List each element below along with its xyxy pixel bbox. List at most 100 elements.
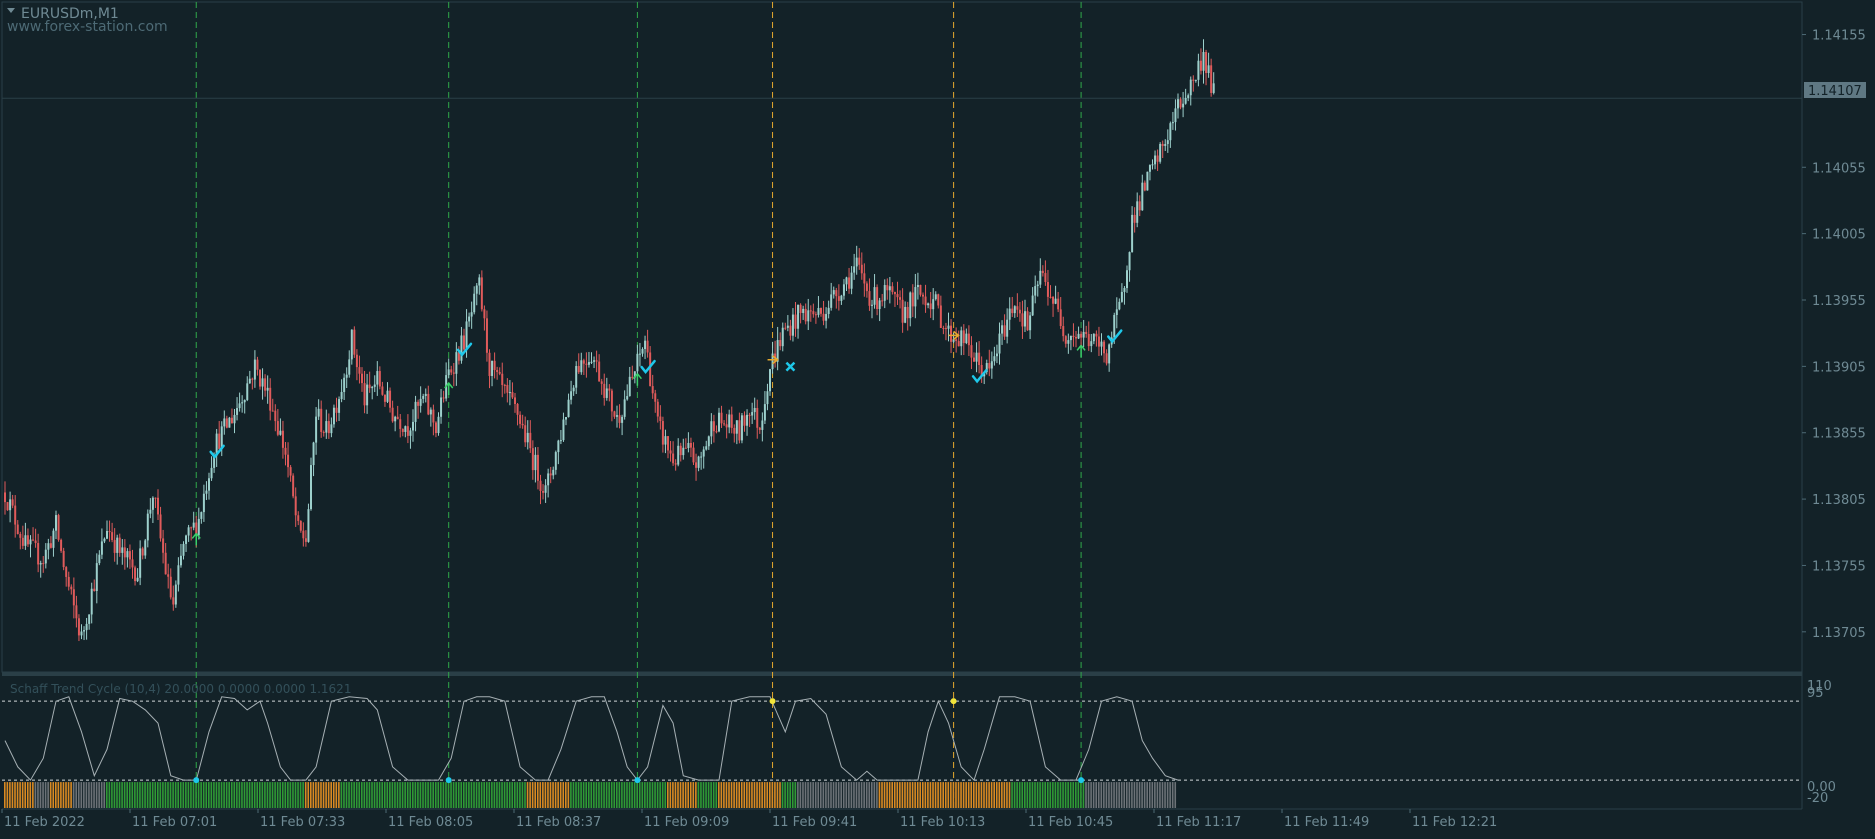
stc-bar <box>557 782 559 808</box>
candle-body <box>1146 171 1149 191</box>
stc-bar <box>77 782 80 808</box>
stc-bar <box>710 782 712 808</box>
candle-body <box>1202 52 1205 71</box>
chart-canvas[interactable]: 1.14155 1.14055 1.14005 1.13955 1.13905 1.138… <box>0 0 1875 835</box>
candle-body <box>353 329 356 355</box>
candle-body <box>159 514 162 539</box>
stc-bar <box>450 782 452 808</box>
stc-bar <box>238 782 241 808</box>
stc-bar <box>1044 782 1046 808</box>
stc-bar <box>1034 782 1036 808</box>
candle-body <box>677 445 680 465</box>
stc-bar <box>236 782 238 808</box>
candle-body <box>590 361 593 363</box>
stc-bar <box>432 782 434 808</box>
candle-body <box>860 264 863 274</box>
stc-bar <box>761 782 763 808</box>
candle-body <box>575 366 578 388</box>
stc-bar <box>246 782 248 808</box>
stc-bar <box>937 782 939 808</box>
candle-body <box>19 534 22 538</box>
stc-bar <box>774 782 776 808</box>
candle-body <box>570 391 573 400</box>
stc-bar <box>769 782 771 808</box>
candle-body <box>883 285 886 301</box>
candle-body <box>473 293 476 313</box>
candle-body <box>802 308 805 313</box>
stc-bar <box>190 782 192 808</box>
candle-body <box>529 432 532 449</box>
candle-body <box>455 352 458 374</box>
stc-bar <box>998 782 1001 808</box>
stc-bar <box>1105 782 1108 808</box>
stc-bar <box>674 782 677 808</box>
candle-body <box>164 552 167 575</box>
candle-body <box>534 454 537 471</box>
candle-body <box>1169 123 1172 141</box>
candle-body <box>470 312 473 317</box>
candle-body <box>1161 143 1164 146</box>
stc-bar <box>932 782 934 808</box>
candle-body <box>269 387 272 411</box>
candle-body <box>751 412 754 416</box>
candle-body <box>21 537 24 546</box>
candle-body <box>628 376 631 397</box>
candle-body <box>858 257 861 265</box>
candle-body <box>873 287 876 305</box>
candle-body <box>1105 353 1108 364</box>
candle-body <box>827 307 830 315</box>
stc-bar <box>598 782 600 808</box>
candle-body <box>483 309 486 319</box>
chart-menu-triangle-icon[interactable] <box>7 8 15 13</box>
candle-body <box>266 387 269 391</box>
stc-bar <box>654 782 656 808</box>
candle-body <box>621 416 624 423</box>
candle-body <box>1154 155 1157 165</box>
candle-body <box>157 497 159 515</box>
stc-bar <box>786 782 789 808</box>
candle-body <box>34 540 37 544</box>
stc-bar <box>723 782 725 808</box>
stc-bar <box>141 782 144 808</box>
candle-body <box>422 396 425 399</box>
candle-body <box>814 314 817 316</box>
candle-body <box>205 490 208 494</box>
candle-body <box>103 538 106 542</box>
stc-bar <box>1057 782 1059 808</box>
candle-body <box>417 401 420 406</box>
stc-bar <box>289 782 292 808</box>
candle-body <box>447 369 450 376</box>
stc-bar <box>975 782 978 808</box>
candle-body <box>202 493 205 513</box>
candle-body <box>886 285 889 291</box>
stc-bar <box>228 782 230 808</box>
stc-bar <box>590 782 593 808</box>
candle-body <box>503 384 506 386</box>
stc-bar <box>1075 782 1077 808</box>
stc-bar <box>1115 782 1118 808</box>
candle-body <box>108 530 111 533</box>
stc-bar <box>220 782 223 808</box>
stc-level-95: 95 <box>1807 686 1824 701</box>
candle-body <box>756 407 759 428</box>
candle-body <box>644 340 647 350</box>
stc-bar <box>567 782 570 808</box>
stc-bar <box>1138 782 1141 808</box>
stc-bar <box>656 782 659 808</box>
candle-body <box>1187 95 1190 98</box>
candle-body <box>404 426 407 432</box>
stc-bar <box>881 782 883 808</box>
candle-body <box>878 300 881 310</box>
trading-chart-window[interactable]: 1.14155 1.14055 1.14005 1.13955 1.13905 1.138… <box>0 0 1875 835</box>
candle-body <box>1006 319 1009 337</box>
stc-bar <box>21 782 24 808</box>
stc-bar <box>292 782 294 808</box>
stc-bar <box>427 782 429 808</box>
stc-bar <box>70 782 72 808</box>
stc-bar <box>47 782 49 808</box>
candle-body <box>304 538 307 542</box>
stc-bar <box>1169 782 1171 808</box>
stc-bar <box>355 782 358 808</box>
stc-bar <box>700 782 702 808</box>
stc-bar <box>1108 782 1110 808</box>
